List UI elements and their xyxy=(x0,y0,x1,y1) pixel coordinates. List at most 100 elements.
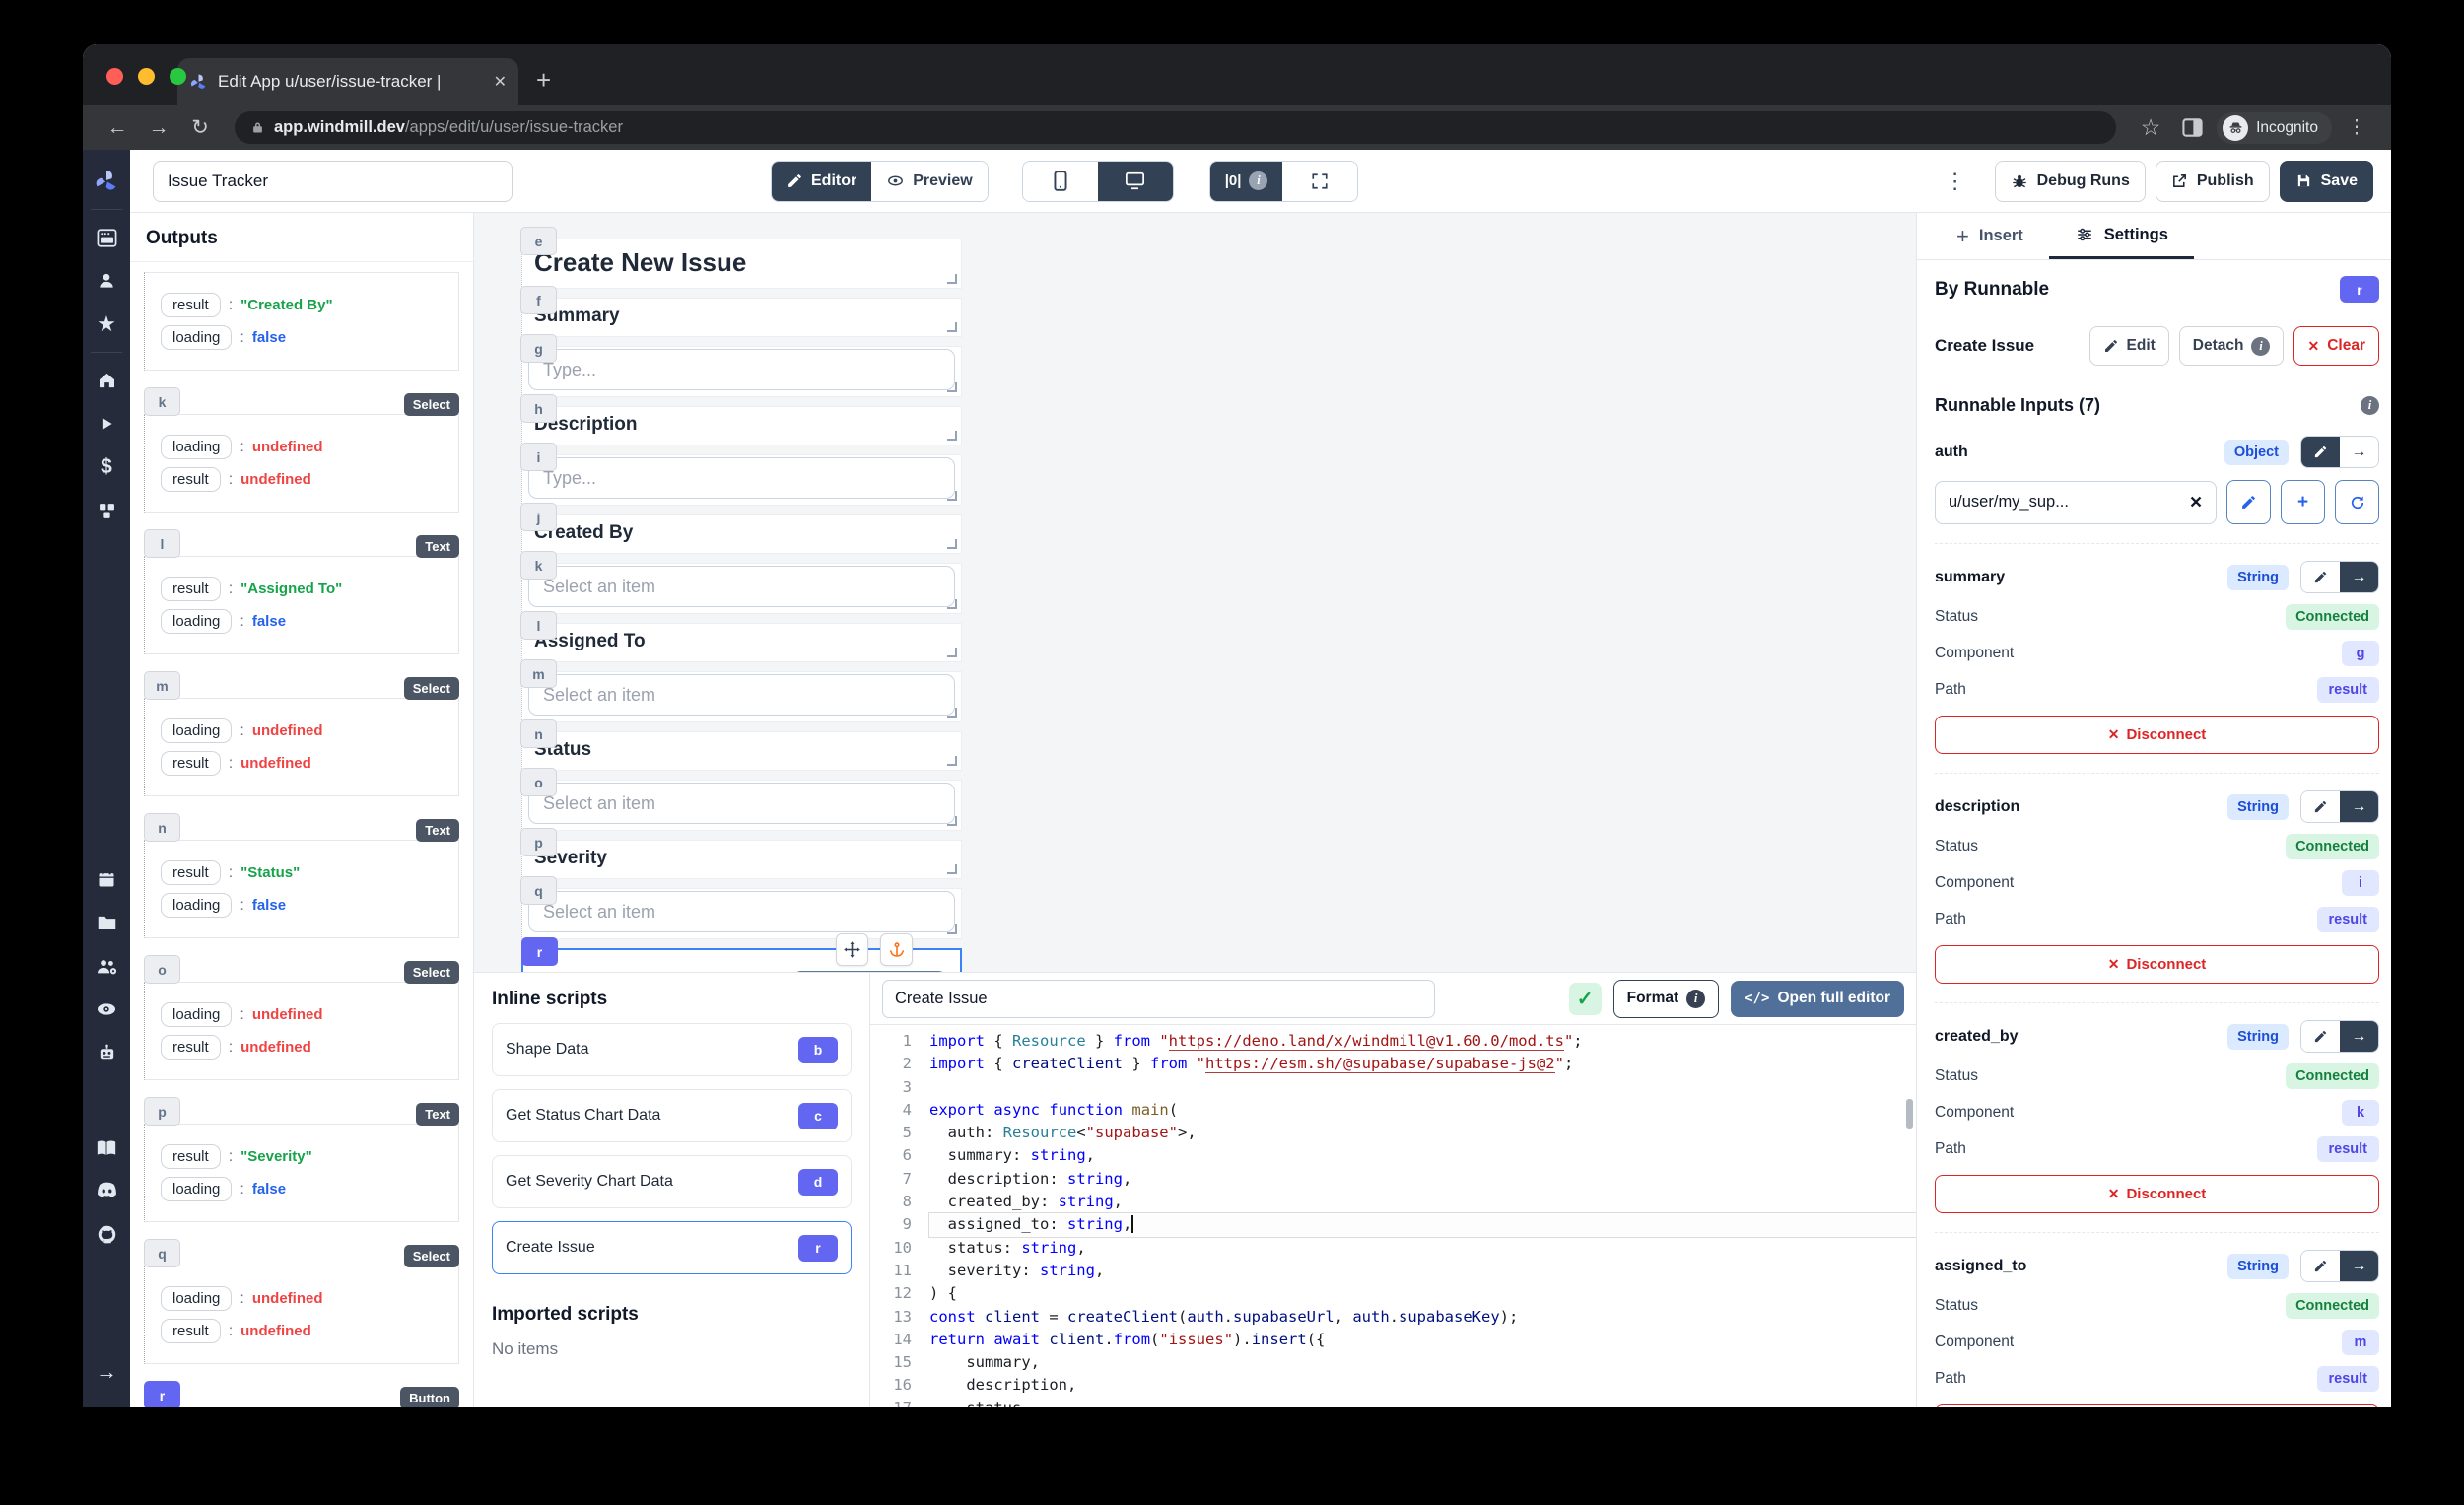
output-key[interactable]: loading xyxy=(161,325,232,350)
component-id-badge[interactable]: q xyxy=(520,876,557,905)
output-card[interactable]: loading:undefinedresult:undefined xyxy=(144,698,459,796)
output-card[interactable]: result:"Assigned To"loading:false xyxy=(144,556,459,654)
connect-mode-button[interactable]: → xyxy=(2340,1251,2378,1281)
output-card[interactable]: loading:undefinedresult:undefined xyxy=(144,982,459,1080)
url-bar[interactable]: app.windmill.dev/apps/edit/u/user/issue-… xyxy=(235,111,2116,144)
app-canvas[interactable]: eCreate New IssuefSummarygType...hDescri… xyxy=(474,213,1916,972)
text-input-field[interactable]: Type... xyxy=(528,457,955,499)
component-id-badge[interactable]: p xyxy=(144,1097,180,1126)
output-key[interactable]: loading xyxy=(161,893,232,918)
component-id-badge[interactable]: f xyxy=(520,286,557,314)
component-id-badge[interactable]: j xyxy=(520,503,557,531)
component-id-badge[interactable]: r xyxy=(521,937,558,966)
select-field[interactable]: Select an item xyxy=(528,674,955,716)
more-options-icon[interactable]: ⋮ xyxy=(1945,169,1967,194)
zoom-window-button[interactable] xyxy=(170,68,186,85)
disconnect-button[interactable]: ✕Disconnect xyxy=(1935,945,2379,984)
open-full-editor-button[interactable]: </> Open full editor xyxy=(1731,981,1904,1017)
script-name-input[interactable] xyxy=(882,980,1435,1018)
move-handle-icon[interactable] xyxy=(836,933,868,966)
browser-tab[interactable]: Edit App u/user/issue-tracker | ✕ xyxy=(177,58,518,105)
side-panel-icon[interactable] xyxy=(2175,118,2209,137)
canvas-component-l[interactable]: lAssigned To xyxy=(521,623,962,662)
edit-resource-button[interactable] xyxy=(2226,480,2271,524)
back-icon[interactable]: ← xyxy=(101,116,134,140)
output-key[interactable]: loading xyxy=(161,609,232,634)
disconnect-button[interactable]: ✕Disconnect xyxy=(1935,1175,2379,1213)
output-key[interactable]: result xyxy=(161,467,221,492)
component-id-badge[interactable]: q xyxy=(144,1239,180,1267)
inline-script-item[interactable]: Shape Datab xyxy=(492,1023,852,1076)
sidebar-item-dollar[interactable]: $ xyxy=(83,445,130,489)
forward-icon[interactable]: → xyxy=(142,116,175,140)
component-id-badge[interactable]: m xyxy=(520,659,557,688)
browser-menu-icon[interactable]: ⋮ xyxy=(2340,116,2373,139)
publish-button[interactable]: Publish xyxy=(2156,161,2270,202)
component-id-badge[interactable]: e xyxy=(520,227,557,255)
sidebar-item-robot[interactable] xyxy=(83,1031,130,1074)
sidebar-item-folder[interactable] xyxy=(83,901,130,944)
component-id-badge[interactable]: n xyxy=(144,813,180,842)
component-id-badge[interactable]: o xyxy=(520,768,557,796)
canvas-component-i[interactable]: iType... xyxy=(521,454,962,506)
debug-runs-button[interactable]: Debug Runs xyxy=(1995,161,2146,202)
output-key[interactable]: result xyxy=(161,1144,221,1169)
inline-script-item[interactable]: Create Issuer xyxy=(492,1221,852,1274)
output-card[interactable]: loading:undefinedresult:undefined xyxy=(144,1266,459,1364)
component-id-badge[interactable]: l xyxy=(144,529,180,558)
static-mode-button[interactable] xyxy=(2301,562,2340,592)
sidebar-item-expand-arrow[interactable]: → xyxy=(83,1350,130,1394)
add-resource-button[interactable]: + xyxy=(2281,480,2325,524)
canvas-component-j[interactable]: jCreated By xyxy=(521,514,962,554)
static-mode-button[interactable] xyxy=(2301,1251,2340,1281)
output-key[interactable]: result xyxy=(161,1319,221,1343)
canvas-component-p[interactable]: pSeverity xyxy=(521,840,962,879)
component-id-badge[interactable]: m xyxy=(144,671,180,700)
sidebar-item-star[interactable]: ★ xyxy=(83,303,130,346)
select-field[interactable]: Select an item xyxy=(528,566,955,607)
format-button[interactable]: Format i xyxy=(1613,980,1720,1018)
minimize-window-button[interactable] xyxy=(138,68,155,85)
sidebar-item-calendar[interactable] xyxy=(83,857,130,901)
output-key[interactable]: result xyxy=(161,577,221,601)
connect-mode-button[interactable]: → xyxy=(2340,1021,2378,1052)
output-key[interactable]: loading xyxy=(161,435,232,459)
canvas-component-q[interactable]: qSelect an item xyxy=(521,888,962,939)
component-id-badge[interactable]: o xyxy=(144,955,180,984)
sidebar-item-discord[interactable] xyxy=(83,1169,130,1212)
canvas-component-n[interactable]: nStatus xyxy=(521,731,962,771)
sidebar-item-eye[interactable] xyxy=(83,988,130,1031)
component-id-badge[interactable]: r xyxy=(144,1381,180,1407)
sidebar-item-user[interactable] xyxy=(83,259,130,303)
output-card[interactable]: result:"Created By"loading:false xyxy=(144,272,459,371)
tab-insert[interactable]: + Insert xyxy=(1931,213,2049,259)
component-id-badge[interactable]: k xyxy=(144,387,180,416)
connect-mode-button[interactable]: → xyxy=(2340,791,2378,822)
tab-settings[interactable]: Settings xyxy=(2049,213,2194,259)
sidebar-item-github[interactable] xyxy=(83,1212,130,1256)
component-id-badge[interactable]: p xyxy=(520,828,557,856)
component-id-badge[interactable]: k xyxy=(520,551,557,580)
sidebar-item-book[interactable] xyxy=(83,1126,130,1169)
output-key[interactable]: loading xyxy=(161,718,232,743)
connect-mode-button[interactable]: → xyxy=(2340,437,2378,467)
output-key[interactable]: result xyxy=(161,293,221,317)
inline-script-item[interactable]: Get Severity Chart Datad xyxy=(492,1155,852,1208)
create-issue-button[interactable]: Create Issue xyxy=(792,971,947,972)
output-key[interactable]: loading xyxy=(161,1286,232,1311)
disconnect-button[interactable]: ✕Disconnect xyxy=(1935,1404,2379,1407)
output-key[interactable]: result xyxy=(161,860,221,885)
output-key[interactable]: loading xyxy=(161,1177,232,1201)
bookmark-star-icon[interactable]: ☆ xyxy=(2134,114,2167,141)
static-mode-button[interactable] xyxy=(2301,1021,2340,1052)
canvas-component-g[interactable]: gType... xyxy=(521,346,962,397)
mobile-view-button[interactable] xyxy=(1023,162,1098,201)
connect-mode-button[interactable]: → xyxy=(2340,562,2378,592)
close-window-button[interactable] xyxy=(106,68,123,85)
inline-script-item[interactable]: Get Status Chart Datac xyxy=(492,1089,852,1142)
output-key[interactable]: loading xyxy=(161,1002,232,1027)
output-key[interactable]: result xyxy=(161,751,221,776)
canvas-component-f[interactable]: fSummary xyxy=(521,298,962,337)
sidebar-item-play[interactable] xyxy=(83,402,130,445)
clear-runnable-button[interactable]: ✕ Clear xyxy=(2293,326,2379,366)
